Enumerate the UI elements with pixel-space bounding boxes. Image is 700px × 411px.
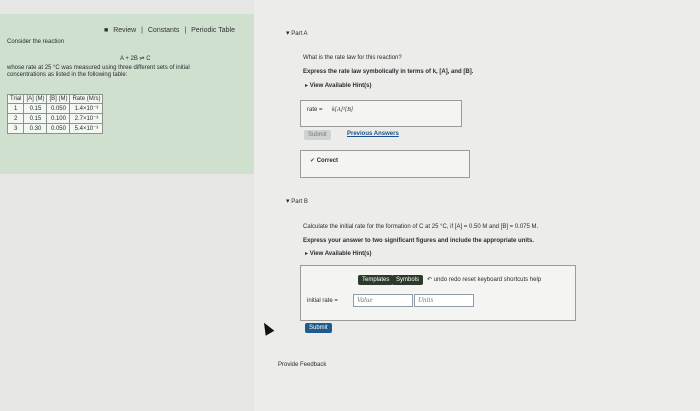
- undo-icon[interactable]: ↶: [427, 277, 432, 283]
- chevron-down-icon: ▾: [286, 30, 290, 37]
- undo-button[interactable]: undo: [434, 277, 447, 283]
- table-row: 2 0.15 0.100 2.7×10⁻³: [6, 113, 104, 124]
- table-header: [A] (M): [23, 94, 48, 104]
- description-line-1: whose rate at 25 °C was measured using t…: [7, 65, 190, 71]
- table-row: 3 0.30 0.050 5.4×10⁻³: [6, 123, 104, 134]
- table-header: Trial: [6, 94, 25, 104]
- units-input[interactable]: Units: [414, 294, 474, 307]
- part-a-instruction: Express the rate law symbolically in ter…: [303, 69, 474, 75]
- review-icon: ■: [104, 27, 109, 34]
- part-a-submit-button[interactable]: Submit: [304, 130, 331, 140]
- editor-toolbar: ↶ undo redo reset keyboard shortcuts hel…: [427, 277, 541, 284]
- part-b-submit-button[interactable]: Submit: [305, 323, 332, 333]
- description-line-2: concentrations as listed in the followin…: [7, 72, 128, 78]
- redo-button[interactable]: redo: [449, 277, 461, 283]
- part-a-answer-box: [300, 100, 462, 127]
- value-input[interactable]: Value: [353, 294, 413, 307]
- help-link[interactable]: help: [530, 277, 541, 283]
- templates-button[interactable]: Templates: [358, 275, 394, 285]
- table-row: 1 0.15 0.050 1.4×10⁻³: [6, 103, 104, 114]
- chevron-right-icon: ▸: [305, 251, 309, 257]
- part-b-instruction: Express your answer to two significant f…: [303, 238, 535, 244]
- previous-answers-link[interactable]: Previous Answers: [347, 131, 399, 138]
- consider-text: Consider the reaction: [7, 39, 65, 45]
- initial-rate-label: initial rate =: [307, 298, 338, 304]
- part-a-header[interactable]: ▾ Part A: [286, 30, 308, 38]
- part-b-hints[interactable]: ▸ View Available Hint(s): [305, 251, 371, 258]
- constants-link[interactable]: Constants: [148, 27, 180, 34]
- symbols-button[interactable]: Symbols: [392, 275, 424, 285]
- reset-button[interactable]: reset: [462, 277, 475, 283]
- part-a-hints[interactable]: ▸ View Available Hint(s): [305, 83, 371, 90]
- part-a-answer-label: rate =: [307, 107, 323, 113]
- part-b-question: Calculate the initial rate for the forma…: [303, 224, 539, 230]
- periodic-table-link[interactable]: Periodic Table: [191, 27, 235, 34]
- table-header: Rate (M/s): [69, 94, 104, 104]
- chevron-down-icon: ▾: [286, 198, 290, 205]
- review-link[interactable]: Review: [113, 27, 136, 34]
- part-a-answer-value: k[A]²[B]: [332, 107, 354, 113]
- resource-links: ■ Review | Constants | Periodic Table: [104, 27, 235, 34]
- table-header: [B] (M): [46, 94, 71, 104]
- keyboard-shortcuts-link[interactable]: keyboard shortcuts: [477, 277, 528, 283]
- part-a-question: What is the rate law for this reaction?: [303, 55, 402, 61]
- concentration-table: Trial [A] (M) [B] (M) Rate (M/s) 1 0.15 …: [6, 94, 104, 134]
- correct-feedback: ✔ Correct: [310, 158, 339, 164]
- chevron-right-icon: ▸: [305, 83, 309, 89]
- provide-feedback-link[interactable]: Provide Feedback: [278, 362, 326, 369]
- part-b-header[interactable]: ▾ Part B: [286, 198, 308, 206]
- checkmark-icon: ✔: [310, 158, 316, 164]
- reaction-equation: A + 2B ⇌ C: [120, 56, 151, 62]
- part-b-answer-box: [300, 265, 576, 321]
